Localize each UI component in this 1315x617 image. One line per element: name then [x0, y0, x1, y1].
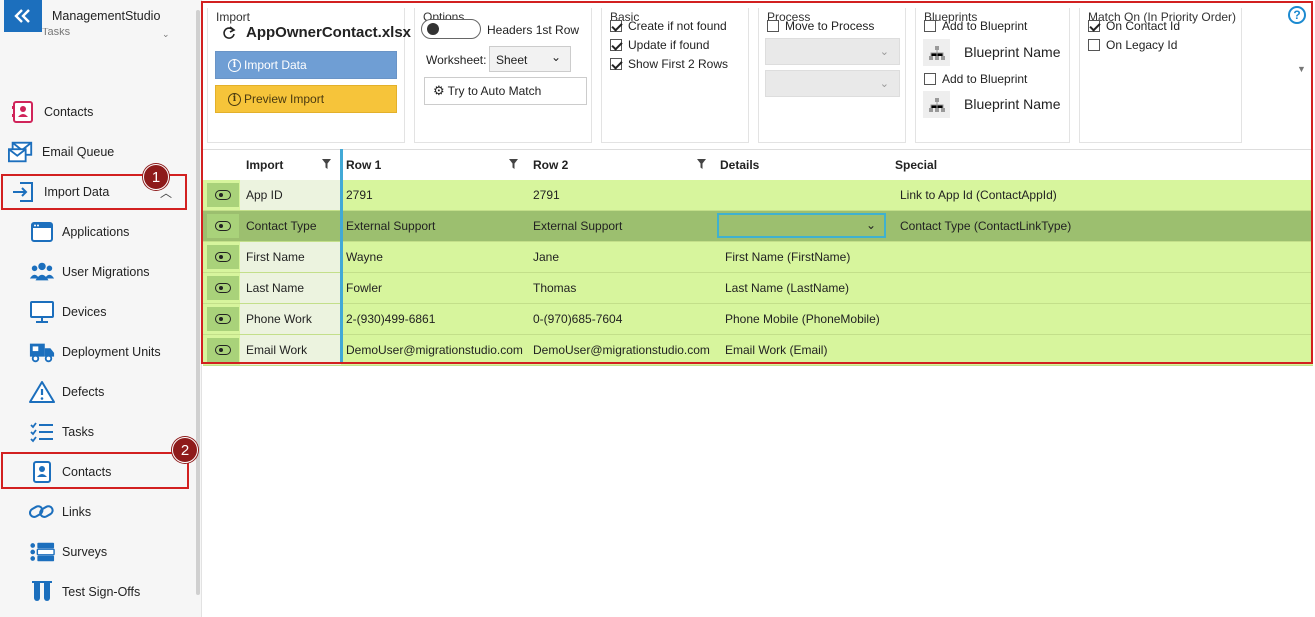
- sidebar-scrollbar[interactable]: [196, 10, 200, 595]
- sidebar-item-label: Tasks: [62, 425, 94, 439]
- sidebar-item-defects[interactable]: Defects: [0, 374, 196, 410]
- users-group-icon: [29, 260, 55, 284]
- double-chevron-left-icon: [14, 9, 30, 23]
- collapse-sidebar-button[interactable]: [4, 0, 42, 32]
- annotation-badge-1: 1: [143, 164, 169, 190]
- sidebar-item-tasks[interactable]: Tasks: [0, 414, 196, 450]
- sidebar-item-user-migrations[interactable]: User Migrations: [0, 254, 196, 290]
- annotation-badge-2: 2: [172, 437, 198, 463]
- task-list-icon: [29, 420, 55, 444]
- email-queue-icon: [8, 140, 34, 164]
- sidebar-item-label: Surveys: [62, 545, 108, 559]
- sidebar-item-label: Test Sign-Offs: [62, 585, 141, 599]
- sidebar-item-test-sign-offs[interactable]: Test Sign-Offs: [0, 574, 196, 610]
- applications-icon: [29, 220, 55, 244]
- sidebar-item-email-queue[interactable]: Email Queue: [0, 134, 194, 170]
- warning-triangle-icon: [29, 380, 55, 404]
- test-tubes-icon: [29, 580, 55, 604]
- sidebar-item-links[interactable]: Links: [0, 494, 196, 530]
- sidebar-item-label: Applications: [62, 225, 130, 239]
- sidebar-item-devices[interactable]: Devices: [0, 294, 196, 330]
- sidebar-item-contacts[interactable]: Contacts: [0, 94, 196, 130]
- highlight-import-area: [201, 1, 1313, 364]
- sidebar-item-applications[interactable]: Applications: [0, 214, 196, 250]
- sidebar-item-label: Deployment Units: [62, 345, 161, 359]
- monitor-icon: [29, 300, 55, 324]
- sidebar-item-label: Devices: [62, 305, 107, 319]
- app-title: ManagementStudio: [52, 9, 161, 23]
- sidebar-item-tasks-partial[interactable]: Tasks: [42, 28, 70, 36]
- highlight-contacts: [1, 452, 189, 489]
- delivery-truck-icon: [29, 340, 55, 364]
- sidebar-item-surveys[interactable]: Surveys: [0, 534, 196, 570]
- sidebar-item-label: Defects: [62, 385, 105, 399]
- sidebar-item-label: Links: [62, 505, 92, 519]
- chevron-down-icon[interactable]: ⌄: [162, 29, 170, 40]
- sidebar-item-label: Contacts: [44, 105, 94, 119]
- sidebar-item-label: Email Queue: [42, 145, 115, 159]
- link-icon: [29, 500, 55, 524]
- sidebar-item-label: User Migrations: [62, 265, 150, 279]
- sidebar: ManagementStudio Tasks ⌄ Contacts Email …: [0, 0, 202, 617]
- survey-list-icon: [29, 540, 55, 564]
- contact-card-icon: [10, 100, 36, 124]
- sidebar-item-deployment-units[interactable]: Deployment Units: [0, 334, 196, 370]
